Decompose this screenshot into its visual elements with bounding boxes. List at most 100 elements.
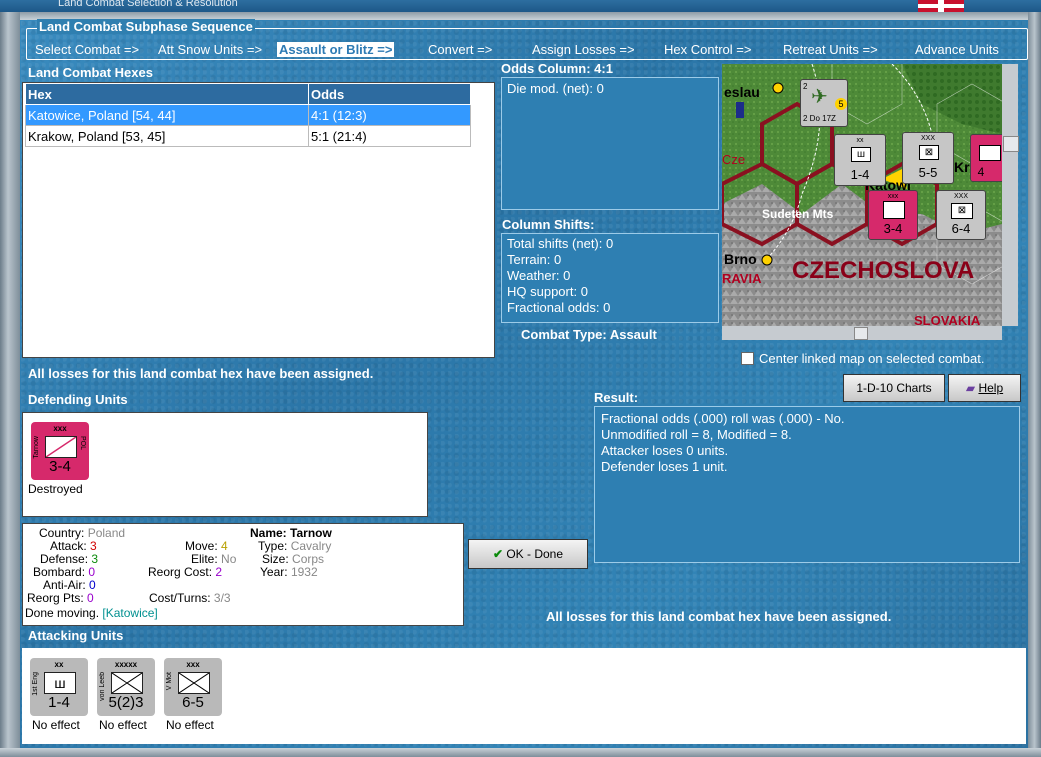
column-shifts-label: Column Shifts: (502, 217, 595, 232)
odds-column-panel: Die mod. (net): 0 (501, 77, 719, 210)
attacker-counter[interactable]: xxx V Mot 6-5 (164, 658, 222, 716)
reorgcost-value: 2 (215, 565, 223, 579)
total-shifts: Total shifts (net): 0 (507, 236, 614, 251)
die-mod: Die mod. (net): 0 (507, 81, 604, 96)
result-label: Result: (594, 390, 639, 405)
defense-value: 3 (91, 552, 99, 566)
map-label-sudeten: Sudeten Mts (762, 207, 834, 221)
frame-bottom (0, 748, 1041, 757)
center-linked-checkbox[interactable] (741, 352, 754, 365)
attacker-counter[interactable]: xxxxx von Leeb 5(2)3 (97, 658, 155, 716)
attacking-label: Attacking Units (28, 628, 124, 643)
subphase-sequence: Land Combat Subphase Sequence Select Com… (26, 19, 1028, 60)
table-row[interactable]: Katowice, Poland [54, 44] 4:1 (12:3) (25, 104, 471, 126)
column-odds[interactable]: Odds (308, 83, 471, 105)
defender-counter[interactable]: xxx Tarnow POL 3-4 (31, 422, 89, 480)
losses-assigned-msg-2: All losses for this land combat hex have… (546, 609, 892, 624)
odds-cell: 4:1 (12:3) (308, 104, 471, 126)
map-label-brno: Brno (724, 251, 757, 267)
frame-right (1028, 12, 1041, 757)
year-value: 1932 (290, 565, 318, 579)
step-convert[interactable]: Convert => (428, 42, 492, 57)
hexes-panel: Hex Odds Katowice, Poland [54, 44] 4:1 (… (22, 82, 495, 358)
step-assign-losses[interactable]: Assign Losses => (532, 42, 635, 57)
attacker-result: No effect (99, 718, 147, 732)
size-value: Corps (292, 552, 325, 566)
map-unit-tarnow[interactable]: xxx 3-4 (868, 190, 918, 240)
attacking-panel: xx 1st Eng ш 1-4 No effect xxxxx von Lee… (22, 648, 1026, 744)
map-horizontal-scrollbar[interactable] (722, 326, 1002, 340)
hexes-table: Hex Odds Katowice, Poland [54, 44] 4:1 (… (25, 83, 471, 147)
column-hex[interactable]: Hex (25, 83, 309, 105)
map-label-breslau: eslau (724, 84, 760, 100)
map-unit-1st-eng[interactable]: xx ш 1-4 (834, 134, 886, 186)
location-value: [Katowice] (102, 606, 158, 620)
done-moving: Done moving. (25, 606, 100, 620)
combat-type: Combat Type: Assault (521, 327, 657, 342)
elite-value: No (221, 552, 237, 566)
cavalry-icon (979, 145, 1001, 161)
map-label-czechoslovakia: CZECHOSLOVA (792, 257, 975, 284)
motorized-infantry-icon (178, 672, 210, 694)
map-unit-xxxvii[interactable]: XXX ⊠ 5-5 (902, 132, 954, 184)
reorgpts-value: 0 (87, 591, 94, 605)
hex-cell: Katowice, Poland [54, 44] (25, 104, 309, 126)
map-air-unit[interactable]: ✈ 5 2 Do 17Z 2 (800, 79, 848, 127)
help-button[interactable]: ▰ Help (948, 374, 1021, 402)
table-row[interactable]: Krakow, Poland [53, 45] 5:1 (21:4) (25, 125, 471, 147)
cavalry-icon (45, 436, 77, 458)
fire-icon (883, 201, 905, 219)
ok-done-button[interactable]: ✔ OK - Done (468, 539, 588, 569)
title-bar: Land Combat Selection & Resolution (0, 0, 1041, 12)
hq-support-shift: HQ support: 0 (507, 284, 588, 299)
result-panel: Fractional odds (.000) roll was (.000) -… (594, 406, 1020, 563)
air-range: 5 (835, 98, 847, 110)
type-value: Cavalry (290, 539, 332, 553)
help-label: Help (978, 381, 1004, 395)
scroll-thumb[interactable] (854, 327, 868, 340)
frame-left (0, 12, 20, 757)
linked-map[interactable]: eslau Cze Katowi Sudeten Mts Brno RAVIA … (722, 64, 1002, 326)
attacker-result: No effect (166, 718, 214, 732)
step-retreat-units[interactable]: Retreat Units => (783, 42, 878, 57)
checkmark-icon: ✔ (492, 547, 503, 561)
result-line: Attacker loses 0 units. (601, 443, 729, 458)
center-linked-label: Center linked map on selected combat. (759, 351, 985, 366)
defender-result: Destroyed (28, 482, 83, 496)
engineer-icon: ш (851, 147, 871, 162)
step-hex-control[interactable]: Hex Control => (664, 42, 751, 57)
step-att-snow-units[interactable]: Att Snow Units => (158, 42, 262, 57)
charts-button[interactable]: 1-D-10 Charts (843, 374, 945, 402)
step-advance-units[interactable]: Advance Units (915, 42, 999, 57)
step-select-combat[interactable]: Select Combat => (35, 42, 139, 57)
map-unit-xiii[interactable]: XXX ⊠ 6-4 (936, 190, 986, 240)
map-vertical-scrollbar[interactable] (1002, 64, 1019, 326)
step-assault-or-blitz[interactable]: Assault or Blitz => (277, 42, 395, 57)
result-line: Unmodified roll = 8, Modified = 8. (601, 427, 792, 442)
book-icon: ▰ (965, 381, 976, 395)
costturns-value: 3/3 (213, 591, 231, 605)
motorized-infantry-icon: ⊠ (951, 203, 973, 219)
uk-flag-icon (918, 0, 964, 12)
fractional-odds-shift: Fractional odds: 0 (507, 300, 611, 315)
bombard-value: 0 (88, 565, 96, 579)
antiair-value: 0 (89, 578, 96, 592)
attacker-counter[interactable]: xx 1st Eng ш 1-4 (30, 658, 88, 716)
subphase-title: Land Combat Subphase Sequence (37, 19, 255, 34)
map-unit-polish[interactable]: 4 (970, 134, 1002, 182)
hexes-label: Land Combat Hexes (28, 65, 153, 80)
engineer-icon: ш (44, 672, 76, 694)
weather-shift: Weather: 0 (507, 268, 571, 283)
unit-name-value: Tarnow (290, 526, 332, 540)
air-unit-value: 2 Do 17Z (803, 114, 836, 123)
column-shifts-panel: Total shifts (net): 0 Terrain: 0 Weather… (501, 233, 719, 323)
attacker-result: No effect (32, 718, 80, 732)
infantry-icon (111, 672, 143, 694)
window-title: Land Combat Selection & Resolution (58, 0, 238, 9)
map-label-slovakia: SLOVAKIA (914, 313, 981, 326)
ok-done-label: OK - Done (506, 547, 564, 561)
result-line: Fractional odds (.000) roll was (.000) -… (601, 411, 845, 426)
scroll-thumb[interactable] (1003, 136, 1019, 152)
losses-assigned-msg: All losses for this land combat hex have… (28, 366, 374, 381)
move-value: 4 (221, 539, 228, 553)
